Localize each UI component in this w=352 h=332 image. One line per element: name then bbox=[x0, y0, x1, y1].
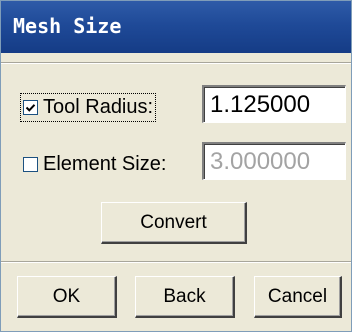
top-divider bbox=[1, 62, 351, 64]
tool-radius-checkbox-row[interactable]: Tool Radius: bbox=[19, 93, 157, 122]
cancel-button[interactable]: Cancel bbox=[254, 276, 342, 318]
element-size-input[interactable]: 3.000000 bbox=[202, 142, 346, 180]
back-button[interactable]: Back bbox=[135, 276, 235, 318]
tool-radius-label: Tool Radius: bbox=[43, 96, 154, 118]
convert-button[interactable]: Convert bbox=[101, 202, 247, 244]
bottom-divider bbox=[1, 261, 351, 263]
element-size-label: Element Size: bbox=[43, 153, 167, 175]
window-title: Mesh Size bbox=[13, 14, 122, 38]
checkmark-icon bbox=[25, 104, 36, 112]
ok-button[interactable]: OK bbox=[17, 276, 117, 318]
mesh-size-dialog: Mesh Size Tool Radius: 1.125000 Element … bbox=[0, 0, 352, 332]
title-bar[interactable]: Mesh Size bbox=[1, 1, 351, 53]
tool-radius-input[interactable]: 1.125000 bbox=[202, 85, 346, 123]
element-size-checkbox-row[interactable]: Element Size: bbox=[23, 153, 166, 176]
element-size-checkbox[interactable] bbox=[23, 157, 38, 172]
tool-radius-checkbox[interactable] bbox=[23, 100, 38, 115]
